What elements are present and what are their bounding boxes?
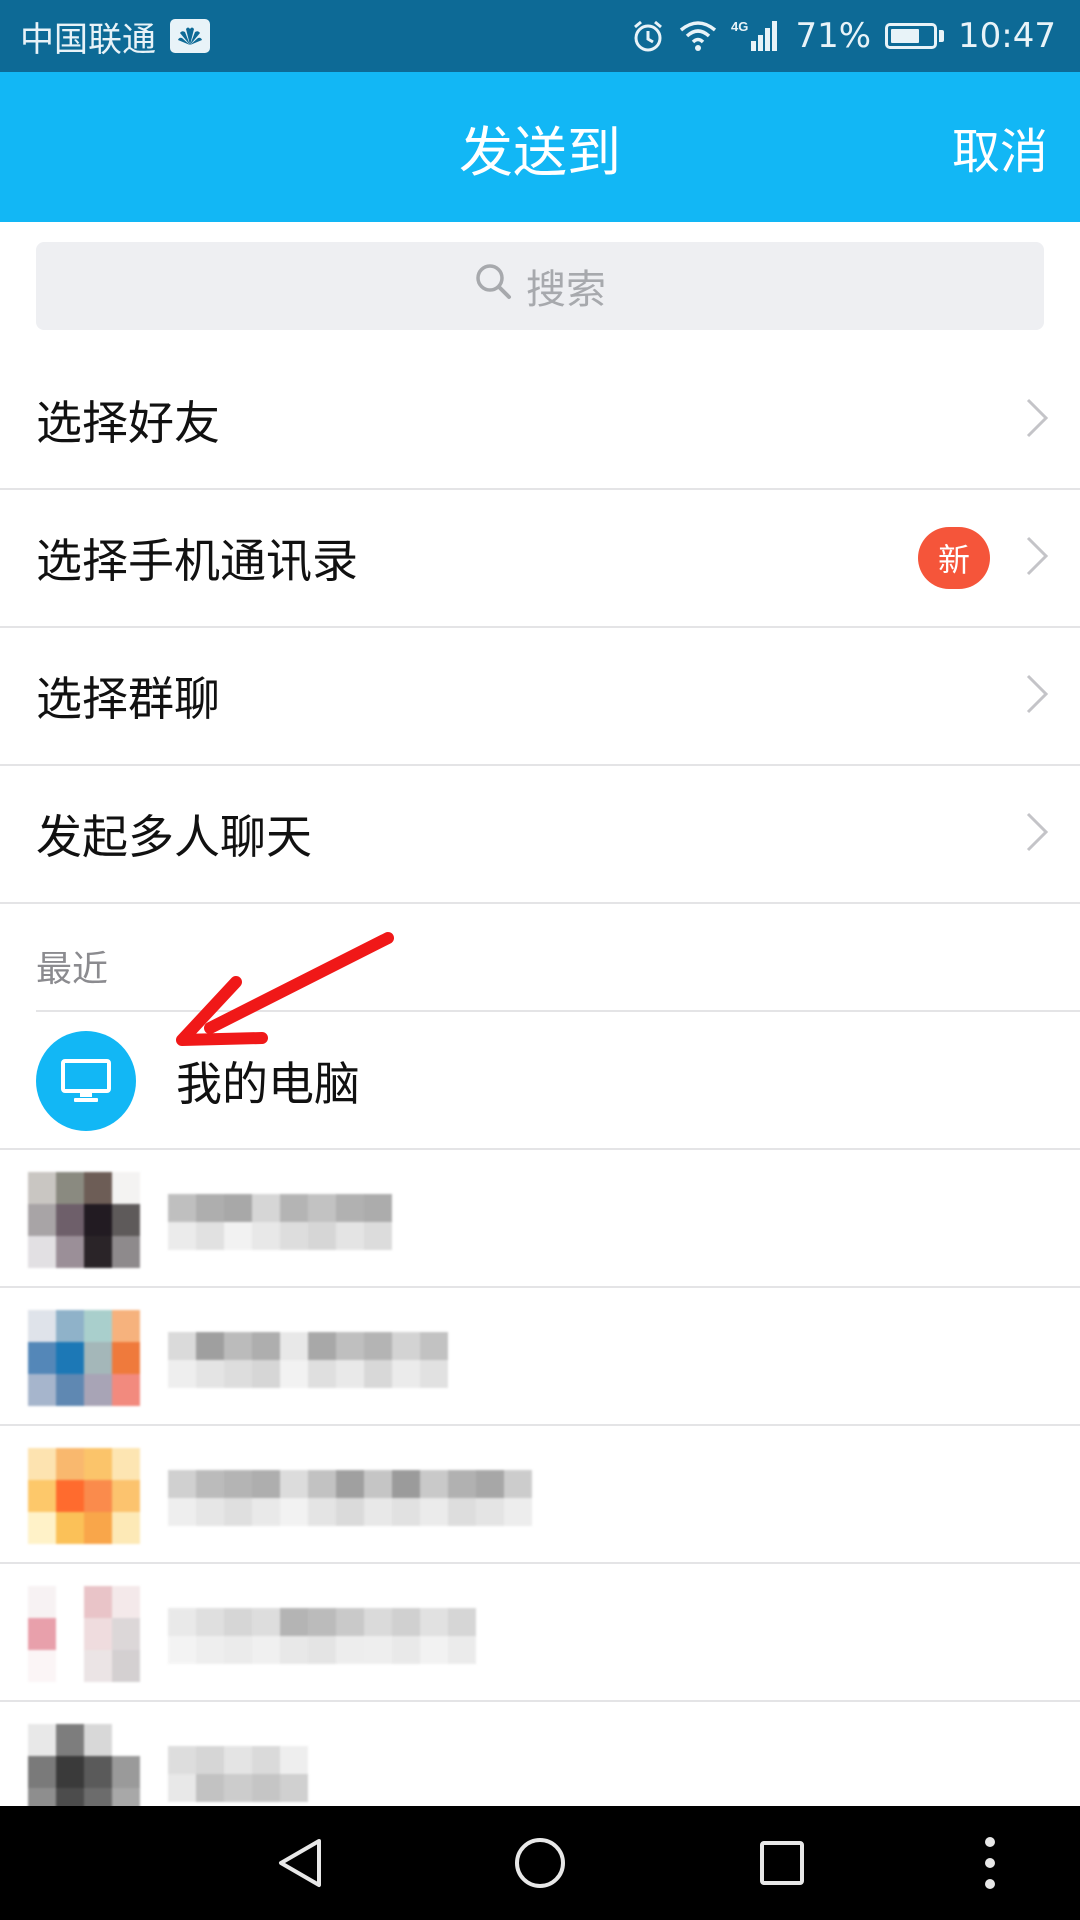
huawei-badge-icon (170, 19, 210, 53)
wifi-icon (679, 20, 717, 52)
chevron-right-icon (1024, 810, 1050, 858)
search-input[interactable]: 搜索 (36, 242, 1044, 330)
clock: 10:47 (958, 16, 1056, 56)
menu-item-label: 选择群聊 (36, 672, 220, 726)
battery-icon (885, 23, 945, 49)
annotation-arrow-icon (176, 932, 394, 1046)
menu-item-start-group-chat[interactable]: 发起多人聊天 (0, 766, 1080, 904)
status-bar: 中国联通 4G 71% 10:47 (0, 0, 1080, 72)
page-title: 发送到 (459, 120, 621, 184)
chevron-right-icon (1024, 396, 1050, 444)
search-icon (474, 262, 512, 310)
recent-item-blurred[interactable] (0, 1426, 1080, 1564)
menu-item-label: 发起多人聊天 (36, 810, 312, 864)
recent-item-blurred[interactable] (0, 1564, 1080, 1702)
signal-icon: 4G (731, 19, 781, 53)
recent-item-blurred[interactable] (0, 1288, 1080, 1426)
computer-icon (36, 1031, 136, 1131)
battery-percent: 71% (795, 16, 872, 56)
blurred-name (168, 1194, 392, 1264)
avatar (28, 1586, 140, 1682)
blurred-name (168, 1470, 532, 1540)
avatar (28, 1172, 140, 1268)
cancel-button[interactable]: 取消 (952, 72, 1048, 222)
recents-icon[interactable] (752, 1806, 812, 1920)
network-type: 4G (731, 19, 748, 34)
home-icon[interactable] (510, 1806, 570, 1920)
blurred-name (168, 1608, 476, 1678)
alarm-icon (631, 19, 665, 53)
menu-item-label: 选择手机通讯录 (36, 534, 358, 588)
new-badge: 新 (918, 527, 990, 589)
blurred-name (168, 1332, 448, 1402)
back-icon[interactable] (270, 1806, 330, 1920)
top-bar: 发送到 取消 (0, 72, 1080, 222)
recent-item-blurred[interactable] (0, 1150, 1080, 1288)
avatar (28, 1448, 140, 1544)
avatar (28, 1310, 140, 1406)
menu-item-label: 选择好友 (36, 396, 220, 450)
search-placeholder: 搜索 (526, 267, 606, 313)
menu-item-select-group[interactable]: 选择群聊 (0, 628, 1080, 766)
recent-item-my-computer[interactable]: 我的电脑 (0, 1012, 1080, 1150)
chevron-right-icon (1024, 672, 1050, 720)
menu-item-select-contacts[interactable]: 选择手机通讯录 新 (0, 490, 1080, 628)
more-icon[interactable] (970, 1806, 1010, 1920)
menu-item-select-friends[interactable]: 选择好友 (0, 352, 1080, 490)
recent-section-label: 最近 (36, 949, 109, 990)
system-nav-bar (0, 1806, 1080, 1920)
carrier-name: 中国联通 (20, 19, 156, 60)
chevron-right-icon (1024, 534, 1050, 582)
